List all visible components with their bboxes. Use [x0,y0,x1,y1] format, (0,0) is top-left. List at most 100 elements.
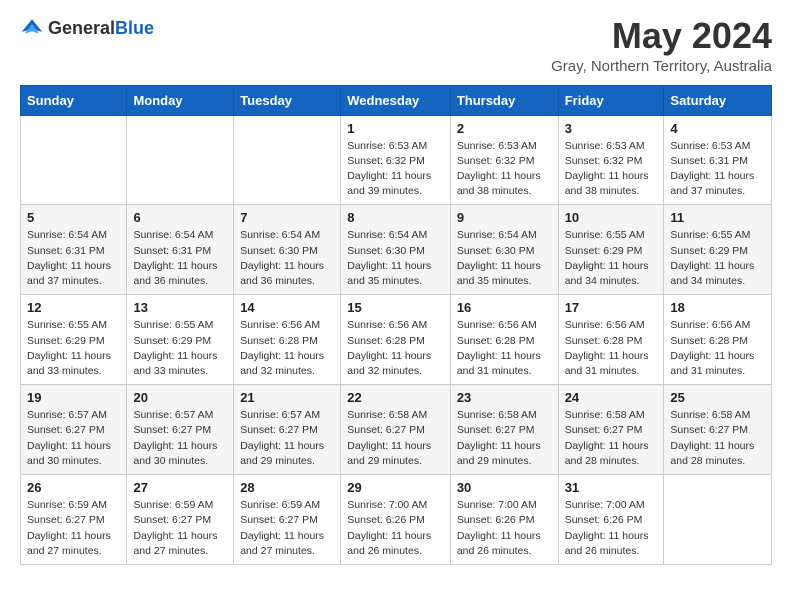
day-info: Sunrise: 6:58 AMSunset: 6:27 PMDaylight:… [670,408,765,469]
day-number: 14 [240,300,334,315]
day-cell [127,115,234,205]
day-cell: 30Sunrise: 7:00 AMSunset: 6:26 PMDayligh… [450,475,558,565]
day-number: 18 [670,300,765,315]
day-cell: 24 Sunrise: 6:58 AMSunset: 6:27 PMDayligh… [558,385,664,475]
day-info: Sunrise: 6:57 AMSunset: 6:27 PMDaylight:… [133,408,227,469]
day-number: 21 [240,390,334,405]
day-info: Sunrise: 6:55 AMSunset: 6:29 PMDaylight:… [670,228,765,289]
day-number: 11 [670,210,765,225]
day-cell [234,115,341,205]
page-header: GeneralBlue May 2024 Gray, Northern Terr… [20,16,772,75]
header-wednesday: Wednesday [341,85,451,115]
day-info: Sunrise: 6:59 AMSunset: 6:27 PMDaylight:… [240,498,334,559]
day-number: 31 [565,480,658,495]
day-number: 12 [27,300,120,315]
day-cell: 27 Sunrise: 6:59 AMSunset: 6:27 PMDayligh… [127,475,234,565]
day-cell [21,115,127,205]
calendar-header-row: SundayMondayTuesdayWednesdayThursdayFrid… [21,85,772,115]
day-number: 15 [347,300,444,315]
day-cell: 14Sunrise: 6:56 AMSunset: 6:28 PMDayligh… [234,295,341,385]
day-info: Sunrise: 6:54 AMSunset: 6:31 PMDaylight:… [27,228,120,289]
day-info: Sunrise: 6:56 AMSunset: 6:28 PMDaylight:… [565,318,658,379]
day-number: 19 [27,390,120,405]
day-info: Sunrise: 6:53 AMSunset: 6:32 PMDaylight:… [347,139,444,200]
day-number: 24 [565,390,658,405]
day-cell: 4 Sunrise: 6:53 AMSunset: 6:31 PMDaylight… [664,115,772,205]
day-cell: 5 Sunrise: 6:54 AMSunset: 6:31 PMDaylight… [21,205,127,295]
day-number: 10 [565,210,658,225]
day-cell: 25Sunrise: 6:58 AMSunset: 6:27 PMDayligh… [664,385,772,475]
day-cell: 17 Sunrise: 6:56 AMSunset: 6:28 PMDayligh… [558,295,664,385]
day-number: 29 [347,480,444,495]
day-cell: 15 Sunrise: 6:56 AMSunset: 6:28 PMDayligh… [341,295,451,385]
day-number: 27 [133,480,227,495]
day-info: Sunrise: 6:58 AMSunset: 6:27 PMDaylight:… [565,408,658,469]
day-info: Sunrise: 6:59 AMSunset: 6:27 PMDaylight:… [27,498,120,559]
day-cell [664,475,772,565]
day-cell: 8 Sunrise: 6:54 AMSunset: 6:30 PMDaylight… [341,205,451,295]
day-info: Sunrise: 6:54 AMSunset: 6:30 PMDaylight:… [457,228,552,289]
day-cell: 13 Sunrise: 6:55 AMSunset: 6:29 PMDayligh… [127,295,234,385]
day-cell: 28 Sunrise: 6:59 AMSunset: 6:27 PMDayligh… [234,475,341,565]
day-info: Sunrise: 6:57 AMSunset: 6:27 PMDaylight:… [240,408,334,469]
day-number: 30 [457,480,552,495]
day-cell: 12Sunrise: 6:55 AMSunset: 6:29 PMDayligh… [21,295,127,385]
day-number: 16 [457,300,552,315]
day-info: Sunrise: 6:53 AMSunset: 6:31 PMDaylight:… [670,139,765,200]
day-number: 28 [240,480,334,495]
day-info: Sunrise: 7:00 AMSunset: 6:26 PMDaylight:… [347,498,444,559]
day-info: Sunrise: 6:56 AMSunset: 6:28 PMDaylight:… [347,318,444,379]
day-info: Sunrise: 6:53 AMSunset: 6:32 PMDaylight:… [457,139,552,200]
logo-icon [20,16,44,40]
day-info: Sunrise: 6:53 AMSunset: 6:32 PMDaylight:… [565,139,658,200]
week-row-2: 5 Sunrise: 6:54 AMSunset: 6:31 PMDaylight… [21,205,772,295]
day-number: 13 [133,300,227,315]
day-number: 3 [565,121,658,136]
day-info: Sunrise: 6:56 AMSunset: 6:28 PMDaylight:… [670,318,765,379]
day-cell: 18 Sunrise: 6:56 AMSunset: 6:28 PMDayligh… [664,295,772,385]
day-info: Sunrise: 6:56 AMSunset: 6:28 PMDaylight:… [457,318,552,379]
day-number: 7 [240,210,334,225]
day-info: Sunrise: 6:57 AMSunset: 6:27 PMDaylight:… [27,408,120,469]
header-saturday: Saturday [664,85,772,115]
day-number: 20 [133,390,227,405]
day-info: Sunrise: 6:59 AMSunset: 6:27 PMDaylight:… [133,498,227,559]
day-info: Sunrise: 6:54 AMSunset: 6:30 PMDaylight:… [240,228,334,289]
day-info: Sunrise: 6:54 AMSunset: 6:30 PMDaylight:… [347,228,444,289]
day-number: 4 [670,121,765,136]
logo: GeneralBlue [20,16,154,40]
day-info: Sunrise: 6:55 AMSunset: 6:29 PMDaylight:… [133,318,227,379]
location-subtitle: Gray, Northern Territory, Australia [551,58,772,75]
day-cell: 2Sunrise: 6:53 AMSunset: 6:32 PMDaylight… [450,115,558,205]
header-tuesday: Tuesday [234,85,341,115]
day-number: 1 [347,121,444,136]
day-info: Sunrise: 6:58 AMSunset: 6:27 PMDaylight:… [457,408,552,469]
day-cell: 11 Sunrise: 6:55 AMSunset: 6:29 PMDayligh… [664,205,772,295]
day-cell: 23Sunrise: 6:58 AMSunset: 6:27 PMDayligh… [450,385,558,475]
day-info: Sunrise: 7:00 AMSunset: 6:26 PMDaylight:… [565,498,658,559]
day-info: Sunrise: 6:55 AMSunset: 6:29 PMDaylight:… [565,228,658,289]
day-cell: 7 Sunrise: 6:54 AMSunset: 6:30 PMDaylight… [234,205,341,295]
day-info: Sunrise: 6:58 AMSunset: 6:27 PMDaylight:… [347,408,444,469]
day-cell: 9 Sunrise: 6:54 AMSunset: 6:30 PMDaylight… [450,205,558,295]
day-cell: 31 Sunrise: 7:00 AMSunset: 6:26 PMDayligh… [558,475,664,565]
header-monday: Monday [127,85,234,115]
header-thursday: Thursday [450,85,558,115]
day-number: 17 [565,300,658,315]
week-row-1: 1 Sunrise: 6:53 AMSunset: 6:32 PMDaylight… [21,115,772,205]
title-area: May 2024 Gray, Northern Territory, Austr… [551,16,772,75]
day-number: 26 [27,480,120,495]
header-friday: Friday [558,85,664,115]
day-number: 9 [457,210,552,225]
day-info: Sunrise: 6:54 AMSunset: 6:31 PMDaylight:… [133,228,227,289]
header-sunday: Sunday [21,85,127,115]
day-cell: 6Sunrise: 6:54 AMSunset: 6:31 PMDaylight… [127,205,234,295]
logo-text-blue: Blue [115,18,154,38]
day-number: 5 [27,210,120,225]
day-cell: 29 Sunrise: 7:00 AMSunset: 6:26 PMDayligh… [341,475,451,565]
week-row-5: 26 Sunrise: 6:59 AMSunset: 6:27 PMDayligh… [21,475,772,565]
day-cell: 21 Sunrise: 6:57 AMSunset: 6:27 PMDayligh… [234,385,341,475]
day-cell: 22Sunrise: 6:58 AMSunset: 6:27 PMDayligh… [341,385,451,475]
day-cell: 20 Sunrise: 6:57 AMSunset: 6:27 PMDayligh… [127,385,234,475]
day-number: 8 [347,210,444,225]
